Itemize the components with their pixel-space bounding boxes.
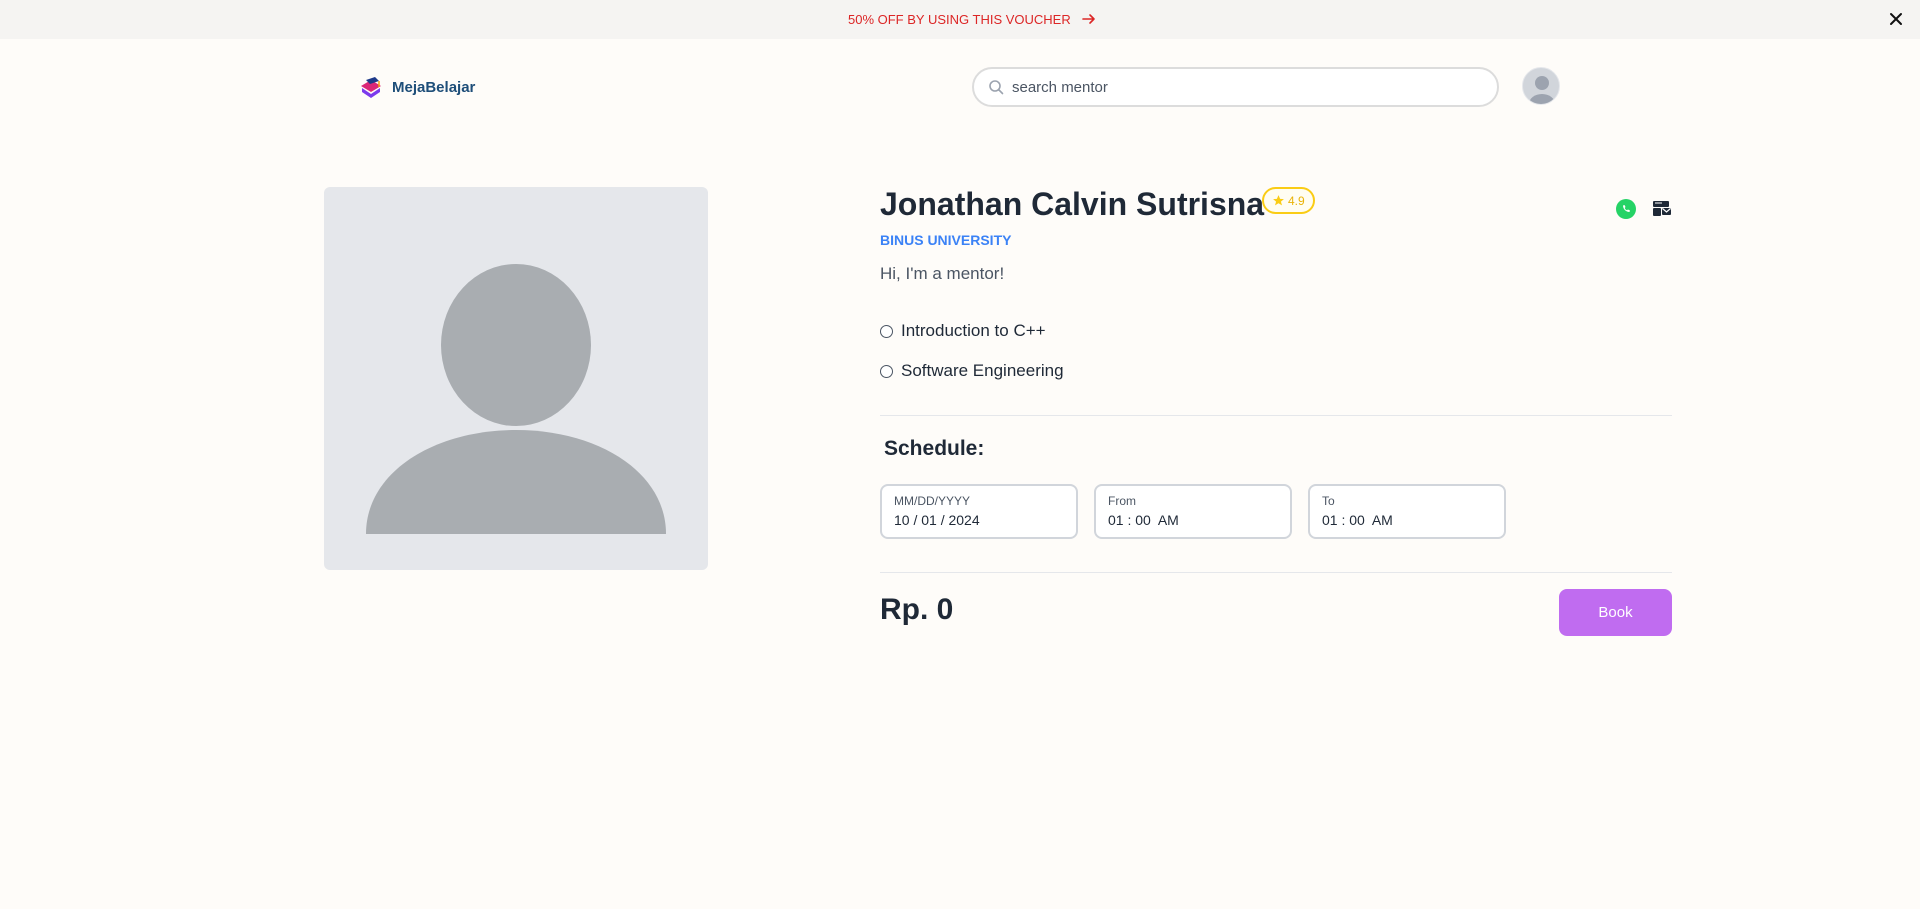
logo[interactable]: MejaBelajar bbox=[358, 74, 475, 100]
mail-card-icon[interactable] bbox=[1650, 197, 1674, 221]
radio-button[interactable] bbox=[880, 364, 893, 378]
mentor-university: BINUS UNIVERSITY bbox=[880, 232, 1012, 248]
promo-text: 50% OFF BY USING THIS VOUCHER bbox=[848, 11, 1071, 27]
user-icon bbox=[1529, 76, 1555, 104]
arrow-right-icon bbox=[1081, 14, 1095, 24]
course-label: Introduction to C++ bbox=[901, 321, 1046, 340]
user-silhouette-icon bbox=[366, 264, 666, 534]
book-button[interactable]: Book bbox=[1559, 589, 1672, 636]
course-label: Software Engineering bbox=[901, 361, 1064, 380]
to-time-field[interactable]: To 01 : 00 AM bbox=[1308, 484, 1506, 539]
search-icon bbox=[989, 80, 1004, 95]
mentor-photo-placeholder bbox=[324, 187, 708, 570]
course-option[interactable]: Software Engineering bbox=[880, 361, 1064, 381]
graduation-cap-logo-icon bbox=[361, 77, 381, 98]
close-icon[interactable] bbox=[1886, 9, 1906, 29]
star-icon bbox=[1273, 195, 1284, 206]
from-field-label: From bbox=[1108, 494, 1136, 508]
radio-button[interactable] bbox=[880, 324, 893, 338]
from-time-field[interactable]: From 01 : 00 AM bbox=[1094, 484, 1292, 539]
to-field-label: To bbox=[1322, 494, 1335, 508]
search-input[interactable] bbox=[1012, 78, 1472, 96]
rating-badge: 4.9 bbox=[1262, 187, 1315, 214]
mentor-name: Jonathan Calvin Sutrisna bbox=[880, 186, 1265, 222]
from-field-value[interactable]: 01 : 00 AM bbox=[1108, 512, 1278, 528]
mentor-bio: Hi, I'm a mentor! bbox=[880, 264, 1005, 283]
search-bar bbox=[972, 67, 1499, 107]
schedule-label: Schedule: bbox=[884, 437, 985, 460]
course-option[interactable]: Introduction to C++ bbox=[880, 321, 1046, 341]
promo-voucher-link[interactable]: 50% OFF BY USING THIS VOUCHER bbox=[848, 11, 1097, 27]
user-avatar[interactable] bbox=[1522, 67, 1560, 105]
rating-value: 4.9 bbox=[1288, 193, 1305, 208]
price: Rp. 0 bbox=[880, 593, 954, 626]
to-field-value[interactable]: 01 : 00 AM bbox=[1322, 512, 1492, 528]
whatsapp-icon[interactable] bbox=[1614, 197, 1638, 221]
date-field-value[interactable]: 10 / 01 / 2024 bbox=[894, 512, 1064, 528]
date-field[interactable]: MM/DD/YYYY 10 / 01 / 2024 bbox=[880, 484, 1078, 539]
divider bbox=[880, 572, 1672, 573]
logo-text: MejaBelajar bbox=[392, 78, 476, 96]
date-field-label: MM/DD/YYYY bbox=[894, 494, 971, 508]
promo-bar: 50% OFF BY USING THIS VOUCHER bbox=[0, 0, 1920, 39]
divider bbox=[880, 415, 1672, 416]
